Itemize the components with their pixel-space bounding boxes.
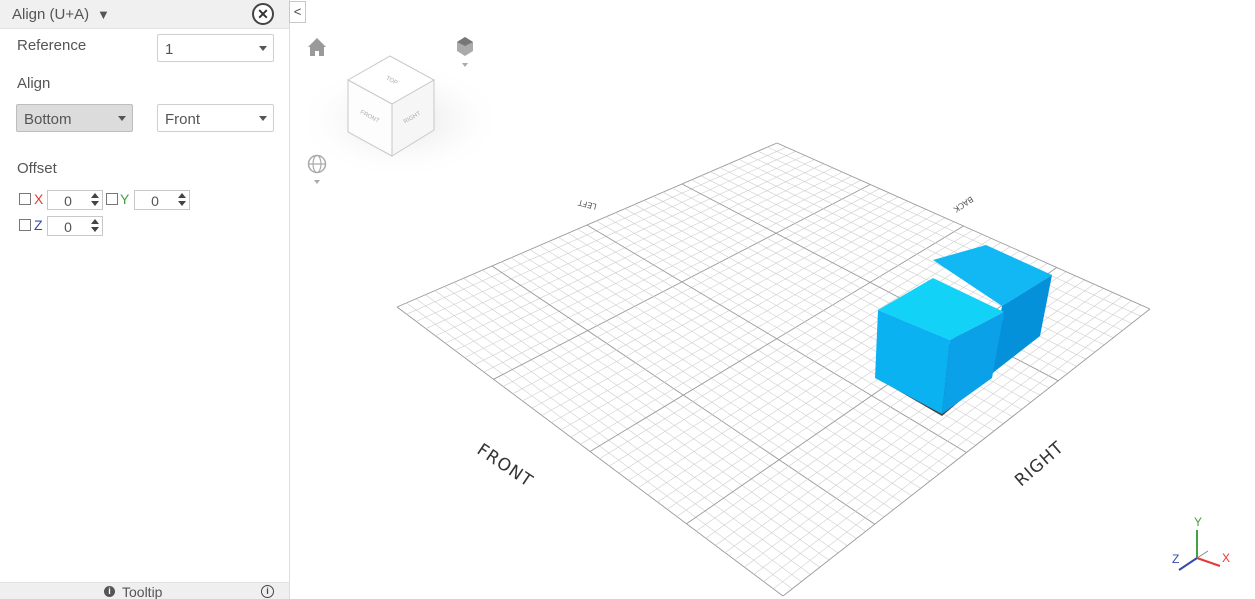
close-icon: ✕ [257,6,269,22]
reference-label: Reference [17,37,87,54]
view-cube[interactable]: TOP FRONT RIGHT [295,55,505,180]
title-dropdown-icon[interactable]: ▼ [97,7,110,22]
align-vertical-select[interactable]: Bottom [16,104,133,132]
view-projection-icon[interactable] [457,37,473,67]
stepper-arrows-icon[interactable] [90,219,100,233]
stepper-arrows-icon[interactable] [177,193,187,207]
build-plate-grid [396,142,1151,597]
panel-title: Align (U+A) [12,6,90,23]
offset-y-stepper[interactable]: 0 [134,190,190,210]
align-vertical-value: Bottom [24,111,72,128]
app-root: Align (U+A) ▼ ✕ Reference 1 Align Bottom… [0,0,1255,599]
offset-z-checkbox[interactable] [19,219,31,231]
reference-select[interactable]: 1 [157,34,274,62]
chevron-down-icon [259,116,267,121]
panel-footer: i Tooltip i [0,582,289,599]
offset-label: Offset [17,160,57,177]
offset-y-value: 0 [151,193,159,209]
offset-y-checkbox[interactable] [106,193,118,205]
offset-x-stepper[interactable]: 0 [47,190,103,210]
grid-label-back: BACK [951,194,975,214]
grid-label-left: LEFT [577,198,598,211]
offset-z-label: Z [34,217,43,233]
reference-value: 1 [165,41,174,58]
tooltip-label[interactable]: Tooltip [122,584,162,599]
close-button[interactable]: ✕ [252,3,274,25]
chevron-down-icon [118,116,126,121]
grid-label-front: FRONT [473,440,536,492]
info-icon[interactable]: i [261,585,274,598]
align-label: Align [17,75,51,92]
info-filled-icon: i [104,586,115,597]
triad-y-label: Y [1194,515,1202,529]
home-icon[interactable] [308,38,326,56]
align-view-value: Front [165,111,201,128]
align-view-select[interactable]: Front [157,104,274,132]
triad-z-label: Z [1172,552,1179,566]
align-panel: Align (U+A) ▼ ✕ Reference 1 Align Bottom… [0,0,290,599]
axis-triad-icon: Y X Z [1172,515,1230,571]
offset-z-stepper[interactable]: 0 [47,216,103,236]
viewport-canvas: TOP FRONT RIGHT FRONT RIGHT LEFT BACK Y … [295,37,1230,597]
stepper-arrows-icon[interactable] [90,193,100,207]
offset-z-value: 0 [64,219,72,235]
model-object[interactable] [875,245,1052,416]
grid-line [776,142,1151,310]
grid-label-right: RIGHT [1011,438,1068,491]
panel-header[interactable]: Align (U+A) ▼ ✕ [0,0,289,29]
offset-x-label: X [34,191,44,207]
offset-x-checkbox[interactable] [19,193,31,205]
3d-viewport[interactable]: TOP FRONT RIGHT FRONT RIGHT LEFT BACK Y … [291,0,1255,599]
triad-x-label: X [1222,551,1230,565]
offset-y-label: Y [120,191,130,207]
chevron-down-icon [259,46,267,51]
offset-x-value: 0 [64,193,72,209]
